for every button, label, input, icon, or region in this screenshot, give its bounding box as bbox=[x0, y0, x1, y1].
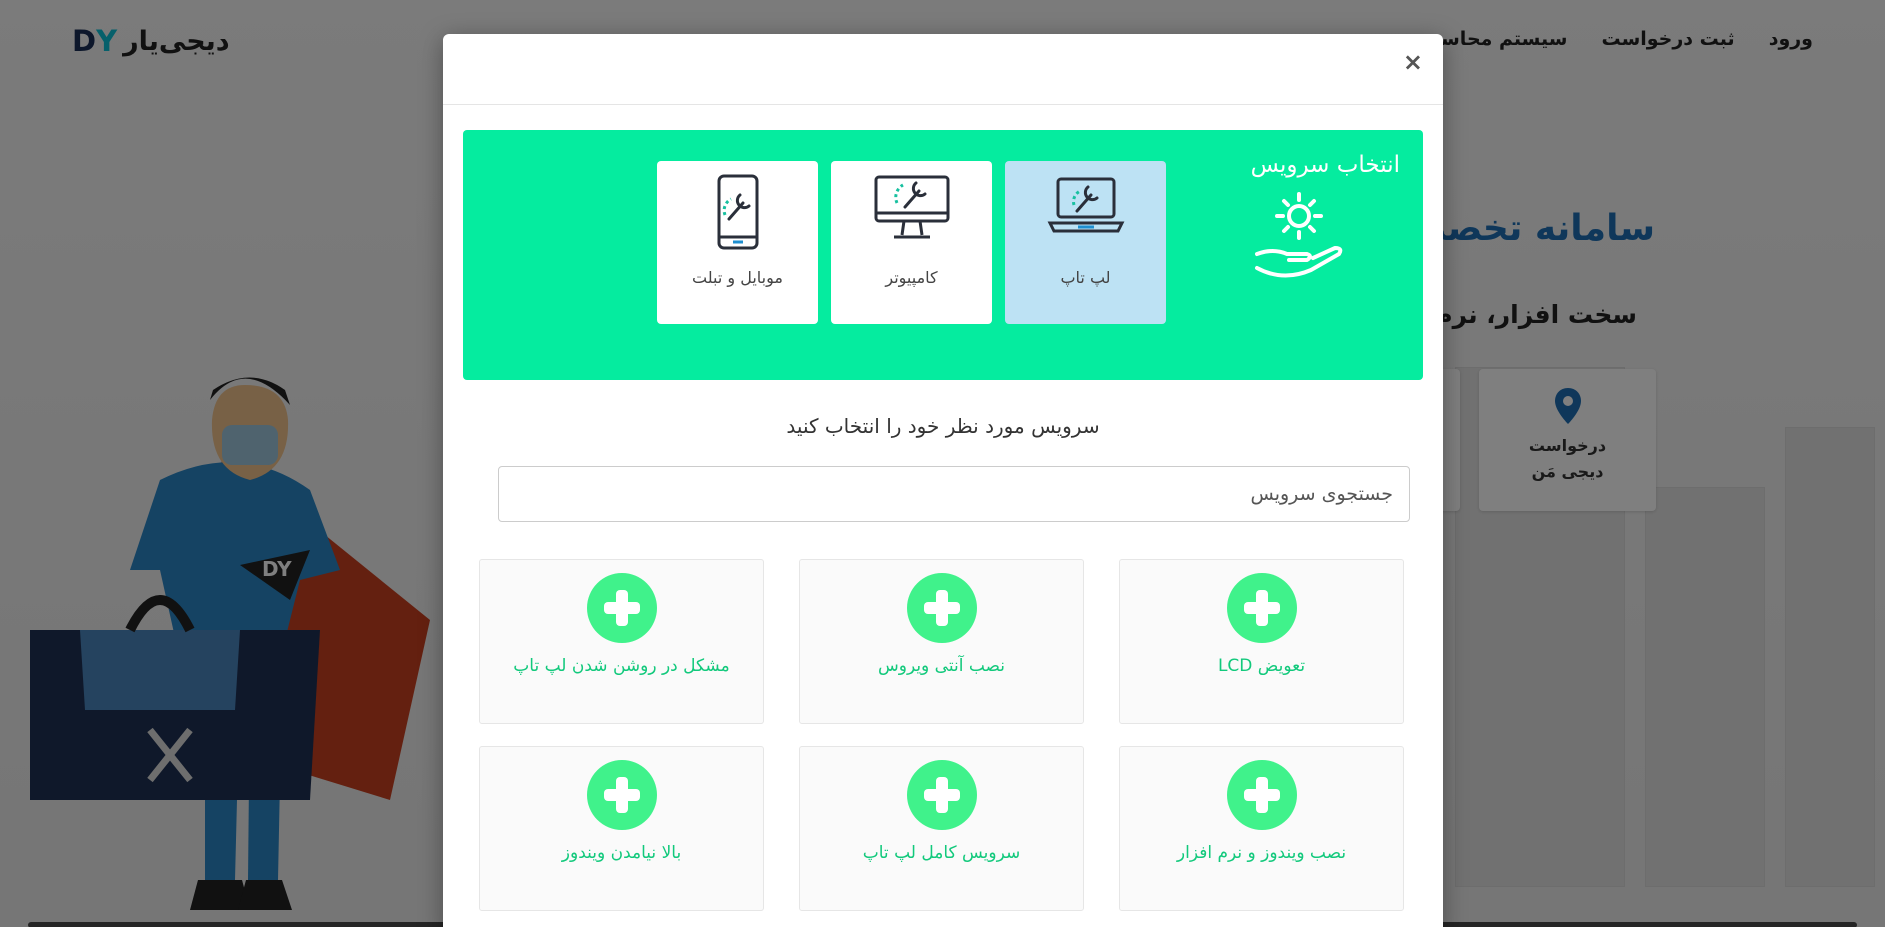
monitor-repair-icon bbox=[874, 175, 949, 239]
plus-icon bbox=[906, 573, 977, 643]
service-category-panel: انتخاب سرویس لپ تاپ کامپیوتر موبایل و تب… bbox=[463, 130, 1423, 380]
service-label: تعویض LCD bbox=[1217, 656, 1306, 676]
category-label: کامپیوتر bbox=[885, 268, 938, 287]
service-search-input[interactable] bbox=[498, 466, 1410, 522]
service-label: سرویس کامل لپ تاپ bbox=[862, 843, 1021, 863]
service-label: نصب ویندوز و نرم افزار bbox=[1176, 843, 1347, 863]
category-label: موبایل و تبلت bbox=[692, 268, 783, 287]
category-label: لپ تاپ bbox=[1060, 268, 1111, 287]
category-card-computer[interactable]: کامپیوتر bbox=[831, 161, 992, 324]
category-card-mobile[interactable]: موبایل و تبلت bbox=[657, 161, 818, 324]
service-card-full-service[interactable]: سرویس کامل لپ تاپ bbox=[799, 746, 1084, 911]
service-prompt: سرویس مورد نظر خود را انتخاب کنید bbox=[786, 414, 1100, 438]
service-card-windows-boot-failure[interactable]: بالا نیامدن ویندوز bbox=[479, 746, 764, 911]
category-card-laptop[interactable]: لپ تاپ bbox=[1005, 161, 1166, 324]
service-card-windows-install[interactable]: نصب ویندوز و نرم افزار bbox=[1119, 746, 1404, 911]
close-button[interactable]: × bbox=[1403, 50, 1423, 74]
service-card-lcd-replacement[interactable]: تعویض LCD bbox=[1119, 559, 1404, 724]
service-label: نصب آنتی ویروس bbox=[877, 656, 1005, 676]
service-card-antivirus[interactable]: نصب آنتی ویروس bbox=[799, 559, 1084, 724]
service-hand-gear-icon bbox=[1255, 192, 1343, 278]
plus-icon bbox=[1226, 573, 1297, 643]
service-label: بالا نیامدن ویندوز bbox=[561, 843, 682, 863]
mobile-repair-icon bbox=[717, 174, 758, 250]
plus-icon bbox=[906, 760, 977, 830]
panel-title: انتخاب سرویس bbox=[1250, 152, 1400, 178]
plus-icon bbox=[1226, 760, 1297, 830]
service-label: مشکل در روشن شدن لپ تاپ bbox=[513, 656, 730, 676]
laptop-repair-icon bbox=[1047, 177, 1124, 233]
plus-icon bbox=[586, 760, 657, 830]
service-card-power-issue[interactable]: مشکل در روشن شدن لپ تاپ bbox=[479, 559, 764, 724]
modal-header: × bbox=[443, 34, 1443, 105]
service-selection-modal: × انتخاب سرویس لپ تاپ کامپیوتر موبایل و … bbox=[443, 34, 1443, 927]
plus-icon bbox=[586, 573, 657, 643]
